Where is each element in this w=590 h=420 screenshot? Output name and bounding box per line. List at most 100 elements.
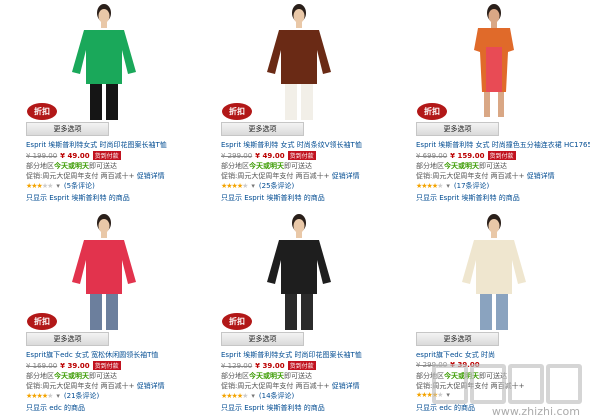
rating-line: ★★★★★ ▾ (25条评论) xyxy=(221,181,294,191)
more-options-button[interactable]: 更多选项 xyxy=(221,332,304,346)
discount-badge: 折扣 xyxy=(417,103,447,120)
model-figure xyxy=(267,214,331,330)
promo-line: 促销:周元大促周年支付 两百减十+ 促销详情 xyxy=(221,171,360,181)
star-rating-icon: ★★★★★ xyxy=(26,392,53,400)
reviews-link[interactable]: (21条评论) xyxy=(64,392,99,400)
star-rating-icon: ★★★★★ xyxy=(221,392,248,400)
model-leg xyxy=(90,84,102,120)
promo-text: 周元大促周年支付 两百减十+ xyxy=(237,172,330,180)
model-top xyxy=(72,240,136,294)
promo-detail-link[interactable]: 促销详情 xyxy=(527,172,555,180)
promo-text: 周元大促周年支付 两百减十+ xyxy=(42,382,135,390)
promo-text: 周元大促周年支付 两百减十+ xyxy=(432,172,525,180)
model-top xyxy=(72,30,136,84)
price-line: ¥ 199.00 ¥ 49.00 货到付款 xyxy=(26,151,121,160)
cod-tag: 货到付款 xyxy=(287,361,316,370)
more-options-button[interactable]: 更多选项 xyxy=(26,332,109,346)
cod-tag: 货到付款 xyxy=(287,151,316,160)
product-title-link[interactable]: Esprit旗下edc 女式 宽松休闲圆领长袖T恤 xyxy=(26,350,212,360)
original-price: ¥ 699.00 xyxy=(416,152,448,160)
product-title-link[interactable]: esprit旗下edc 女式 时尚 xyxy=(416,350,590,360)
watermark-glyph xyxy=(508,364,544,404)
reviews-link[interactable]: (14条评论) xyxy=(259,392,294,400)
cod-tag: 货到付款 xyxy=(92,361,121,370)
discount-badge: 折扣 xyxy=(222,103,252,120)
site-watermark xyxy=(432,364,582,406)
model-leg xyxy=(480,294,492,330)
price-line: ¥ 129.00 ¥ 39.00 货到付款 xyxy=(221,361,316,370)
product-card[interactable]: 折扣 更多选项 Esprit 埃斯普利特 女式 时尚撞色五分袖连衣裙 HC176… xyxy=(414,0,590,210)
reviews-link[interactable]: (5条评论) xyxy=(64,182,95,190)
product-photo[interactable] xyxy=(434,212,554,330)
promo-prefix: 促销: xyxy=(26,172,43,180)
product-photo[interactable] xyxy=(434,2,554,120)
promo-prefix: 促销: xyxy=(221,172,238,180)
promo-text: 周元大促周年支付 两百减十+ xyxy=(42,172,135,180)
product-title-link[interactable]: Esprit 埃斯普利特 女式 时尚撞色五分袖连衣裙 HC1765 xyxy=(416,140,590,150)
chevron-down-icon[interactable]: ▾ xyxy=(251,392,255,400)
discount-badge: 折扣 xyxy=(222,313,252,330)
discount-badge: 折扣 xyxy=(27,103,57,120)
promo-prefix: 促销: xyxy=(26,382,43,390)
product-title-link[interactable]: Esprit 埃斯普利特女式 时尚印花图案长袖T恤 xyxy=(221,350,407,360)
reviews-link[interactable]: (17条评论) xyxy=(454,182,489,190)
model-top xyxy=(267,30,331,84)
promo-detail-link[interactable]: 促销详情 xyxy=(332,172,360,180)
model-neck xyxy=(101,232,107,238)
sale-price: ¥ 159.00 xyxy=(450,152,485,160)
model-figure xyxy=(462,214,526,330)
shipping-suffix: 即可送达 xyxy=(284,372,312,380)
promo-line: 促销:周元大促周年支付 两百减十+ 促销详情 xyxy=(26,381,165,391)
promo-detail-link[interactable]: 促销详情 xyxy=(332,382,360,390)
more-options-button[interactable]: 更多选项 xyxy=(416,122,499,136)
only-show-brand-link[interactable]: 只显示 Esprit 埃斯普利特 的商品 xyxy=(221,403,325,413)
chevron-down-icon[interactable]: ▾ xyxy=(56,392,60,400)
sale-price: ¥ 39.00 xyxy=(255,362,285,370)
model-leg xyxy=(496,294,508,330)
sale-price: ¥ 49.00 xyxy=(60,152,90,160)
more-options-button[interactable]: 更多选项 xyxy=(416,332,499,346)
chevron-down-icon[interactable]: ▾ xyxy=(251,182,255,190)
shipping-bold: 今天或明天 xyxy=(249,162,284,170)
product-title-link[interactable]: Esprit 埃斯普利特 女式 时尚条纹V领长袖T恤 xyxy=(221,140,407,150)
product-photo[interactable] xyxy=(44,2,164,120)
model-face xyxy=(488,219,500,233)
shipping-bold: 今天或明天 xyxy=(54,162,89,170)
price-line: ¥ 699.00 ¥ 159.00 货到付款 xyxy=(416,151,516,160)
model-leg xyxy=(106,84,118,120)
original-price: ¥ 129.00 xyxy=(221,362,253,370)
chevron-down-icon[interactable]: ▾ xyxy=(56,182,60,190)
product-card[interactable]: 折扣 更多选项 Esprit 埃斯普利特女式 时尚印花图案长袖T恤 ¥ 199.… xyxy=(24,0,214,210)
model-neck xyxy=(491,232,497,238)
promo-text: 周元大促周年支付 两百减十+ xyxy=(237,382,330,390)
only-show-brand-link[interactable]: 只显示 Esprit 埃斯普利特 的商品 xyxy=(221,193,325,203)
promo-line: 促销:周元大促周年支付 两百减十+ 促销详情 xyxy=(26,171,165,181)
product-title-link[interactable]: Esprit 埃斯普利特女式 时尚印花图案长袖T恤 xyxy=(26,140,212,150)
model-neck xyxy=(296,22,302,28)
product-card[interactable]: 折扣 更多选项 Esprit旗下edc 女式 宽松休闲圆领长袖T恤 ¥ 169.… xyxy=(24,210,214,420)
only-show-brand-link[interactable]: 只显示 Esprit 埃斯普利特 的商品 xyxy=(416,193,520,203)
shipping-prefix: 部分地区 xyxy=(26,372,54,380)
product-photo[interactable] xyxy=(239,212,359,330)
rating-line: ★★★★★ ▾ (17条评论) xyxy=(416,181,489,191)
reviews-link[interactable]: (25条评论) xyxy=(259,182,294,190)
sale-price: ¥ 39.00 xyxy=(60,362,90,370)
sale-price: ¥ 49.00 xyxy=(255,152,285,160)
promo-line: 促销:周元大促周年支付 两百减十+ 促销详情 xyxy=(416,171,555,181)
only-show-brand-link[interactable]: 只显示 Esprit 埃斯普利特 的商品 xyxy=(26,193,130,203)
product-photo[interactable] xyxy=(44,212,164,330)
shipping-bold: 今天或明天 xyxy=(249,372,284,380)
promo-detail-link[interactable]: 促销详情 xyxy=(137,382,165,390)
product-photo[interactable] xyxy=(239,2,359,120)
product-card[interactable]: 折扣 更多选项 Esprit 埃斯普利特女式 时尚印花图案长袖T恤 ¥ 129.… xyxy=(219,210,409,420)
shipping-info: 部分地区今天或明天即可送达 xyxy=(26,371,117,381)
chevron-down-icon[interactable]: ▾ xyxy=(446,182,450,190)
model-leg xyxy=(106,294,118,330)
more-options-button[interactable]: 更多选项 xyxy=(221,122,304,136)
product-card[interactable]: 折扣 更多选项 Esprit 埃斯普利特 女式 时尚条纹V领长袖T恤 ¥ 299… xyxy=(219,0,409,210)
promo-detail-link[interactable]: 促销详情 xyxy=(137,172,165,180)
model-leg xyxy=(285,294,297,330)
more-options-button[interactable]: 更多选项 xyxy=(26,122,109,136)
shipping-prefix: 部分地区 xyxy=(221,372,249,380)
only-show-brand-link[interactable]: 只显示 edc 的商品 xyxy=(26,403,85,413)
